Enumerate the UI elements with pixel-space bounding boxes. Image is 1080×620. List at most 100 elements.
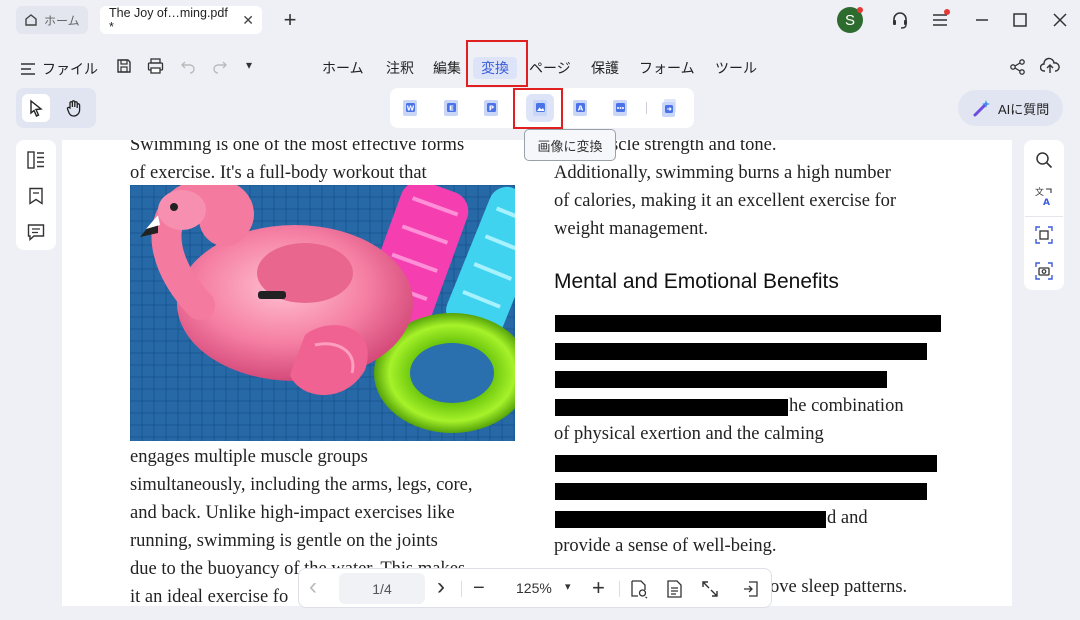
bookmark-icon[interactable] (27, 187, 45, 210)
share-icon[interactable] (1009, 58, 1027, 79)
ask-ai-label: AIに質問 (998, 101, 1050, 117)
tab-document-label: The Joy of…ming.pdf * (109, 6, 228, 34)
fullscreen-icon[interactable] (700, 579, 720, 604)
ask-ai-button[interactable]: AIに質問 (958, 90, 1063, 126)
page-navigation-bar: ‹ 1/4 › − 125% ▾ + (298, 568, 772, 608)
left-sidebar (16, 140, 56, 250)
file-menu[interactable]: ファイル (20, 59, 98, 79)
sidebar-divider (1025, 216, 1063, 217)
paragraph-line: weight management. (554, 219, 709, 239)
batch-convert-icon[interactable] (655, 94, 683, 122)
left-column-top: Swimming is one of the most effective fo… (130, 140, 464, 187)
avatar-letter: S (844, 11, 855, 29)
to-word-icon[interactable]: W (396, 94, 424, 122)
to-text-icon[interactable]: A (566, 94, 594, 122)
page-layout-icon[interactable] (665, 579, 685, 604)
bar-divider (461, 581, 462, 597)
search-icon[interactable] (1035, 151, 1053, 174)
paragraph-line: of physical exertion and the calming (554, 424, 824, 444)
redaction-block[interactable] (555, 511, 826, 528)
bar-divider (619, 581, 620, 597)
menu-protect[interactable]: 保護 (591, 57, 619, 79)
menu-lines-icon (21, 63, 35, 75)
zoom-in-icon[interactable]: + (592, 575, 605, 601)
redo-icon[interactable] (212, 58, 228, 77)
paragraph-line: engages multiple muscle groups (130, 447, 368, 467)
maximize-icon[interactable] (1008, 8, 1032, 32)
paragraph-line: of calories, making it an excellent exer… (554, 191, 897, 211)
home-icon (25, 14, 37, 26)
svg-text:A: A (1043, 198, 1050, 206)
redaction-block[interactable] (555, 483, 927, 500)
section-heading: Mental and Emotional Benefits (554, 270, 839, 293)
to-image-highlight (513, 88, 563, 129)
tab-home[interactable]: ホーム (16, 6, 88, 34)
notification-dot (857, 7, 863, 13)
menu-notification-dot (944, 9, 950, 15)
paragraph-fragment: he combination (789, 396, 904, 416)
file-menu-label: ファイル (42, 61, 98, 77)
fit-page-view-icon[interactable] (629, 579, 649, 604)
svg-text:文: 文 (1035, 186, 1044, 198)
document-page: Swimming is one of the most effective fo… (62, 140, 1012, 606)
mode-toggle-group (16, 88, 96, 128)
zoom-dropdown-icon[interactable]: ▾ (565, 580, 571, 593)
quick-access-dropdown-icon[interactable]: ▾ (246, 58, 252, 72)
paragraph-line: Additionally, swimming burns a high numb… (554, 163, 891, 183)
paragraph-line: running, swimming is gentle on the joint… (130, 531, 438, 551)
paragraph-fragment: ove sleep patterns. (770, 577, 908, 597)
select-tool-icon[interactable] (22, 94, 50, 122)
svg-text:W: W (407, 104, 415, 112)
screenshot-ocr-icon[interactable] (1035, 262, 1053, 285)
menu-home[interactable]: ホーム (322, 57, 364, 79)
redaction-block[interactable] (555, 315, 941, 332)
exit-reading-icon[interactable] (741, 579, 761, 604)
menu-form[interactable]: フォーム (639, 57, 695, 79)
translate-icon[interactable]: 文A (1034, 186, 1054, 211)
hand-tool-icon[interactable] (60, 94, 88, 122)
redaction-block[interactable] (555, 455, 937, 472)
tab-document[interactable]: The Joy of…ming.pdf * ✕ (100, 6, 262, 34)
support-headset-icon[interactable] (888, 8, 912, 32)
to-other-icon[interactable] (606, 94, 634, 122)
zoom-level[interactable]: 125% (516, 580, 552, 596)
to-powerpoint-icon[interactable]: P (477, 94, 505, 122)
menu-tools[interactable]: ツール (715, 57, 757, 79)
crop-page-icon[interactable] (1035, 226, 1053, 249)
thumbnails-icon[interactable] (27, 151, 45, 174)
minimize-icon[interactable] (970, 8, 994, 32)
menu-page[interactable]: ページ (529, 57, 571, 79)
close-window-icon[interactable] (1048, 8, 1072, 32)
redaction-block[interactable] (555, 343, 927, 360)
cloud-upload-icon[interactable] (1039, 57, 1060, 78)
comments-icon[interactable] (27, 223, 45, 246)
close-tab-icon[interactable]: ✕ (242, 12, 254, 29)
to-excel-icon[interactable]: E (437, 94, 465, 122)
page-indicator: 1/4 (372, 580, 392, 597)
paragraph-line: Swimming is one of the most effective fo… (130, 140, 465, 155)
right-sidebar: 文A (1024, 140, 1064, 290)
print-icon[interactable] (147, 58, 164, 77)
tab-home-label: ホーム (44, 13, 80, 28)
new-tab-button[interactable]: + (278, 7, 302, 32)
redaction-block[interactable] (555, 371, 887, 388)
undo-icon[interactable] (180, 58, 196, 77)
svg-text:A: A (578, 104, 584, 112)
menu-edit[interactable]: 編集 (433, 57, 461, 79)
page-number-input[interactable]: 1/4 (339, 573, 425, 604)
save-icon[interactable] (116, 58, 132, 77)
paragraph-line: and back. Unlike high-impact exercises l… (130, 503, 455, 523)
convert-to-image-tooltip: 画像に変換 (524, 129, 616, 161)
menu-annotate[interactable]: 注釈 (386, 57, 414, 79)
paragraph-line: provide a sense of well-being. (554, 536, 777, 556)
ai-sparkle-icon (973, 100, 990, 117)
menu-bar: ファイル ▾ ホーム 注釈 編集 変換 ページ 保護 フォーム ツール (0, 48, 1080, 86)
next-page-icon[interactable]: › (437, 575, 445, 599)
redaction-block[interactable] (555, 399, 788, 416)
zoom-out-icon[interactable]: − (473, 577, 485, 600)
paragraph-line: simultaneously, including the arms, legs… (130, 475, 473, 495)
convert-menu-highlight (466, 40, 528, 87)
paragraph-line: of exercise. It's a full-body workout th… (130, 163, 427, 183)
previous-page-icon[interactable]: ‹ (309, 575, 317, 599)
